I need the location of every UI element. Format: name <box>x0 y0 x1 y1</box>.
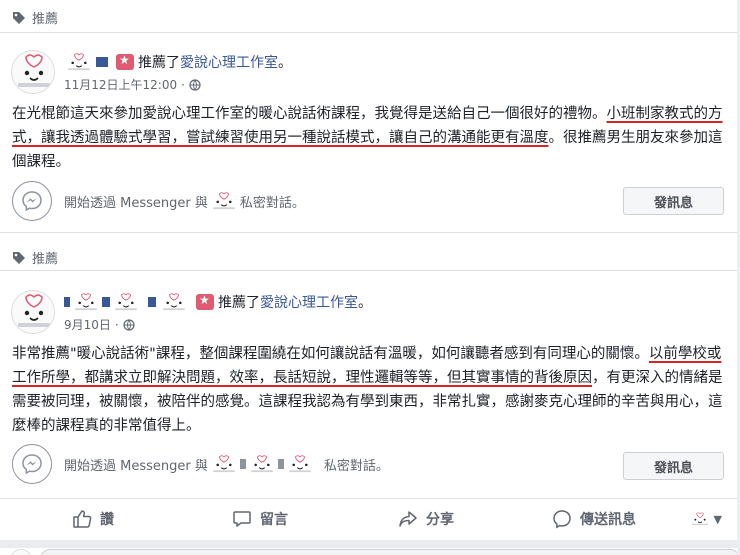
send-in-messenger-button[interactable]: 傳送訊息 <box>552 509 636 529</box>
avatar[interactable] <box>11 50 55 94</box>
post-header: 推薦了 愛說心理工作室 。 <box>64 52 292 72</box>
user-name-sticker <box>210 192 238 210</box>
chevron-down-icon: ▼ <box>713 512 722 526</box>
divider <box>0 270 740 271</box>
comment-avatar <box>10 549 32 555</box>
divider <box>0 498 740 499</box>
send-message-button[interactable]: 發訊息 <box>622 187 724 215</box>
comment-icon <box>233 511 251 527</box>
recommendation-star-icon <box>196 293 214 310</box>
post-header: 推薦了 愛說心理工作室 。 <box>64 292 372 312</box>
header-period: 。 <box>358 295 372 311</box>
post-body: 在光棍節這天來參加愛說心理工作室的暖心說話術課程，我覺得是送給自己一個很好的禮物… <box>12 102 732 174</box>
recommends-text: 推薦了 <box>138 55 180 71</box>
messenger-prompt-suffix: 私密對話。 <box>239 195 305 211</box>
section-separator <box>0 540 740 548</box>
avatar[interactable] <box>11 290 55 334</box>
post-timestamp[interactable]: 11月12日上午12:00 <box>64 76 177 93</box>
recommendation-section-label: 推薦 <box>12 8 58 27</box>
post-action-bar: 讚 留言 分享 傳送訊息 ▼ <box>0 500 740 538</box>
user-name-sticker[interactable] <box>64 53 112 71</box>
post-body: 非常推薦"暖心說話術"課程，整個課程圍繞在如何讓說話有溫暖，如何讓聽者感到有同理… <box>12 342 732 438</box>
divider <box>0 32 740 33</box>
messenger-prompt: 開始透過 Messenger 與 私密對話。 <box>64 192 305 211</box>
user-name-sticker[interactable] <box>64 293 192 311</box>
recommends-text: 推薦了 <box>218 295 260 311</box>
thumbs-up-icon <box>73 510 92 528</box>
body-text-intro: 非常推薦"暖心說話術"課程，整個課程圍繞在如何讓說話有溫暖，如何讓聽者感到有同理… <box>12 346 649 362</box>
globe-icon[interactable] <box>123 318 135 331</box>
page-name-link[interactable]: 愛說心理工作室 <box>260 292 358 312</box>
messenger-prompt-prefix: 開始透過 Messenger 與 <box>64 458 208 474</box>
send-message-button[interactable]: 發訊息 <box>622 452 724 480</box>
like-label: 讚 <box>100 512 114 528</box>
post-timestamp[interactable]: 9月10日 <box>64 316 111 333</box>
section-label-text: 推薦 <box>32 252 59 267</box>
post-meta: 9月10日 · <box>64 316 135 333</box>
like-button[interactable]: 讚 <box>72 509 114 529</box>
page-name-link[interactable]: 愛說心理工作室 <box>180 52 278 72</box>
divider <box>0 232 740 233</box>
globe-icon[interactable] <box>189 78 201 91</box>
tag-icon <box>13 251 25 264</box>
comment-label: 留言 <box>260 512 288 528</box>
meta-separator: · <box>114 317 119 332</box>
messenger-prompt-prefix: 開始透過 Messenger 與 <box>64 195 208 211</box>
share-button[interactable]: 分享 <box>398 509 454 529</box>
send-label: 傳送訊息 <box>580 512 636 528</box>
comment-input[interactable] <box>40 549 740 555</box>
messenger-prompt: 開始透過 Messenger 與 私密對話。 <box>64 455 389 474</box>
post-meta: 11月12日上午12:00 · <box>64 76 201 93</box>
section-label-text: 推薦 <box>32 12 59 27</box>
recommendation-star-icon <box>116 53 134 70</box>
reaction-identity-picker[interactable]: ▼ <box>690 511 722 527</box>
meta-separator: · <box>181 77 185 92</box>
user-avatar-mini <box>690 511 710 527</box>
body-text-intro: 在光棍節這天來參加愛說心理工作室的暖心說話術課程，我覺得是送給自己一個很好的禮物… <box>12 106 607 122</box>
share-arrow-icon <box>399 511 417 527</box>
messenger-prompt-suffix: 私密對話。 <box>323 458 389 474</box>
share-label: 分享 <box>426 512 454 528</box>
tag-icon <box>13 11 25 24</box>
recommendation-section-label: 推薦 <box>12 248 58 267</box>
header-period: 。 <box>278 55 292 71</box>
messenger-row: 開始透過 Messenger 與 私密對話。 發訊息 <box>12 181 728 221</box>
messenger-row: 開始透過 Messenger 與 私密對話。 發訊息 <box>12 444 728 484</box>
messenger-icon <box>12 181 52 221</box>
comment-button[interactable]: 留言 <box>232 509 288 529</box>
messenger-send-icon <box>553 510 571 529</box>
messenger-icon <box>12 444 52 484</box>
user-name-sticker <box>212 455 312 473</box>
